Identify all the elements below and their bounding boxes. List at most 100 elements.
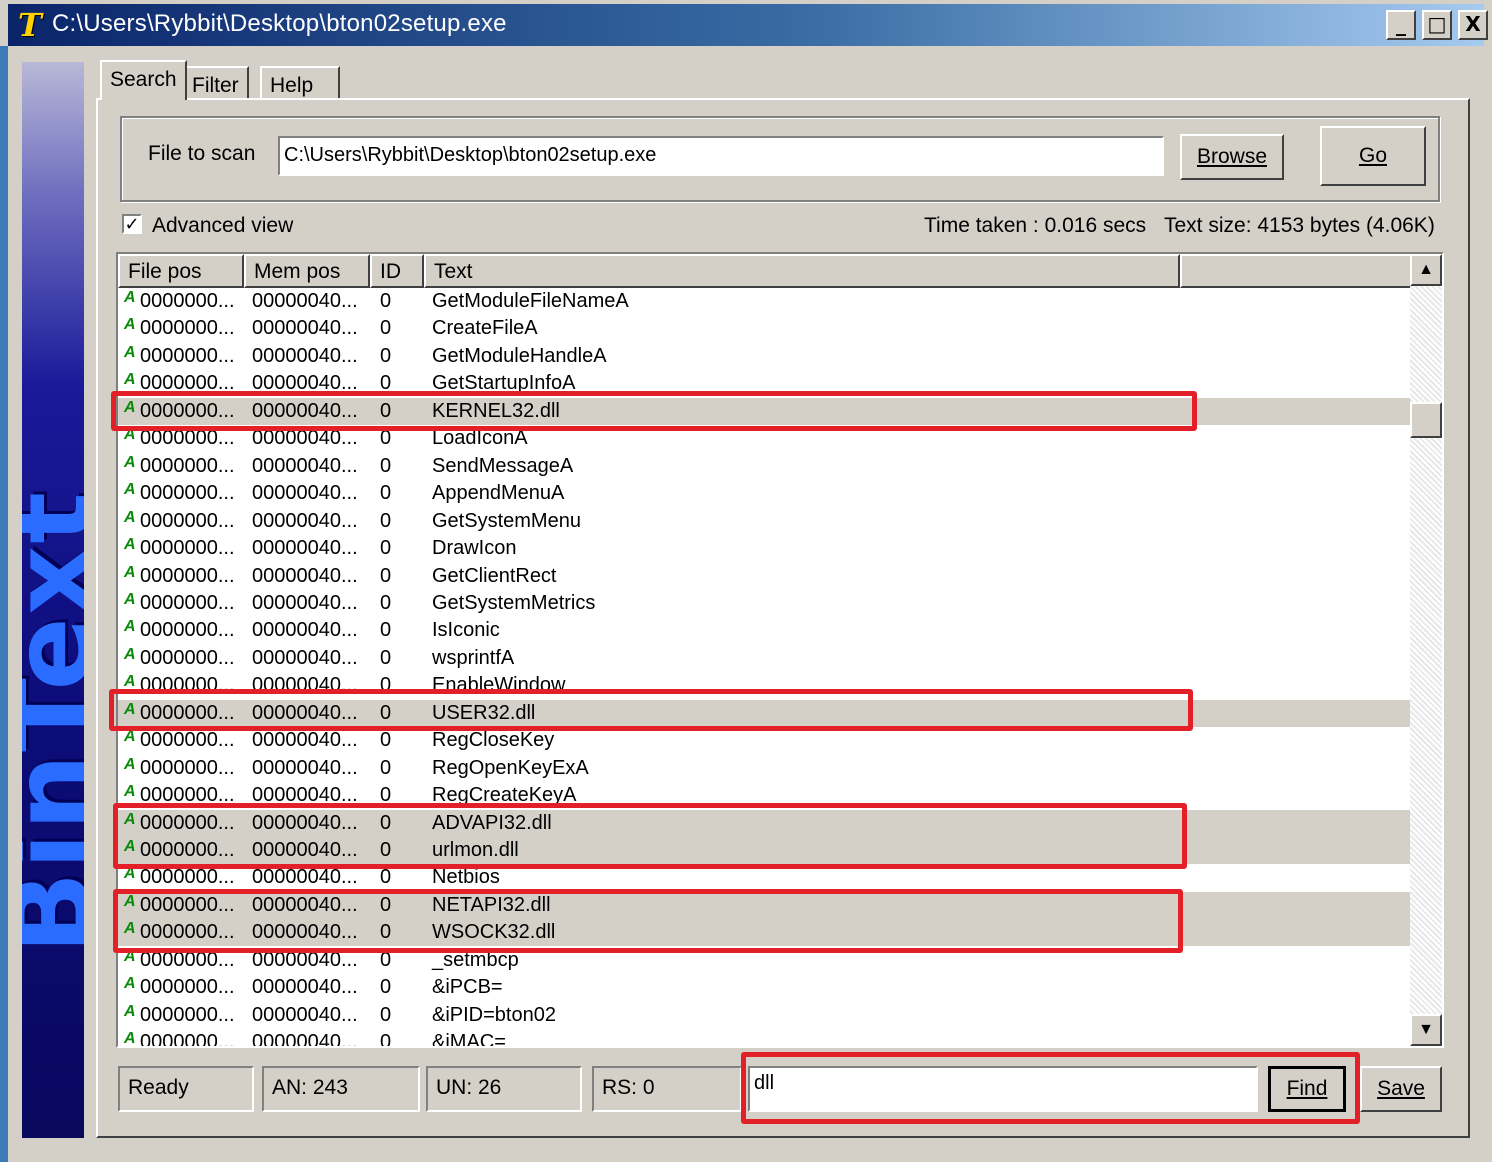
results-list[interactable]: File pos Mem pos ID Text A 0000000... 0000… [116, 252, 1444, 1048]
cell-id: 0 [380, 592, 392, 614]
cell-file-pos: 0000000... [140, 702, 235, 724]
advanced-view-checkbox[interactable]: ✓ [122, 214, 142, 234]
table-row[interactable]: A 0000000... 00000040... 0 LoadIconA [118, 425, 1410, 452]
ansi-string-icon: A [124, 371, 136, 388]
ansi-string-icon: A [124, 426, 136, 443]
table-row[interactable]: A 0000000... 00000040... 0 &iPID=bton02 [118, 1002, 1410, 1029]
table-row[interactable]: A 0000000... 00000040... 0 GetSystemMenu [118, 508, 1410, 535]
cell-text: &iMAC= [432, 1031, 506, 1048]
cell-id: 0 [380, 372, 392, 394]
table-row[interactable]: A 0000000... 00000040... 0 KERNEL32.dll [118, 398, 1410, 425]
ansi-string-icon: A [124, 536, 136, 553]
save-button-label: Save [1377, 1077, 1425, 1100]
cell-text: IsIconic [432, 619, 500, 641]
cell-mem-pos: 00000040... [252, 317, 358, 339]
close-button[interactable]: X [1458, 10, 1488, 40]
ansi-string-icon: A [124, 865, 136, 882]
cell-id: 0 [380, 674, 392, 696]
cell-id: 0 [380, 317, 392, 339]
table-row[interactable]: A 0000000... 00000040... 0 &iPCB= [118, 974, 1410, 1001]
tab-search[interactable]: Search [100, 60, 187, 100]
table-row[interactable]: A 0000000... 00000040... 0 RegCloseKey [118, 727, 1410, 754]
find-button[interactable]: Find [1268, 1066, 1346, 1112]
vertical-scrollbar[interactable]: ▲ ▼ [1410, 254, 1442, 1046]
tab-help[interactable]: Help [260, 66, 340, 98]
table-row[interactable]: A 0000000... 00000040... 0 _setmbcp [118, 947, 1410, 974]
column-header-mem-pos[interactable]: Mem pos [244, 254, 370, 288]
table-row[interactable]: A 0000000... 00000040... 0 IsIconic [118, 617, 1410, 644]
table-row[interactable]: A 0000000... 00000040... 0 AppendMenuA [118, 480, 1410, 507]
browse-button-label: Browse [1196, 145, 1268, 168]
ansi-string-icon: A [124, 811, 136, 828]
column-header-id[interactable]: ID [370, 254, 424, 288]
cell-id: 0 [380, 729, 392, 751]
ansi-string-icon: A [124, 838, 136, 855]
cell-file-pos: 0000000... [140, 729, 235, 751]
status-ready: Ready [118, 1066, 254, 1112]
ansi-string-icon: A [124, 975, 136, 992]
minimize-button[interactable]: _ [1386, 10, 1416, 40]
cell-file-pos: 0000000... [140, 921, 235, 943]
ansi-string-icon: A [124, 481, 136, 498]
browse-button[interactable]: Browse [1180, 134, 1284, 180]
cell-file-pos: 0000000... [140, 674, 235, 696]
table-row[interactable]: A 0000000... 00000040... 0 &iMAC= [118, 1029, 1410, 1048]
save-button[interactable]: Save [1360, 1066, 1442, 1112]
table-row[interactable]: A 0000000... 00000040... 0 GetClientRect [118, 563, 1410, 590]
scroll-thumb[interactable] [1410, 402, 1442, 438]
table-row[interactable]: A 0000000... 00000040... 0 wsprintfA [118, 645, 1410, 672]
ansi-string-icon: A [124, 646, 136, 663]
cell-text: GetSystemMenu [432, 510, 581, 532]
table-row[interactable]: A 0000000... 00000040... 0 WSOCK32.dll [118, 919, 1410, 946]
cell-id: 0 [380, 565, 392, 587]
table-row[interactable]: A 0000000... 00000040... 0 EnableWindow [118, 672, 1410, 699]
column-header-empty [1180, 254, 1412, 288]
title-bar[interactable]: T C:\Users\Rybbit\Desktop\bton02setup.ex… [8, 4, 1488, 46]
find-input[interactable]: dll [748, 1066, 1258, 1112]
table-row[interactable]: A 0000000... 00000040... 0 Netbios [118, 864, 1410, 891]
cell-mem-pos: 00000040... [252, 455, 358, 477]
cell-id: 0 [380, 784, 392, 806]
side-banner: BinText [22, 62, 84, 1138]
table-row[interactable]: A 0000000... 00000040... 0 ADVAPI32.dll [118, 810, 1410, 837]
cell-mem-pos: 00000040... [252, 784, 358, 806]
advanced-view-label[interactable]: Advanced view [152, 214, 293, 238]
cell-id: 0 [380, 290, 392, 312]
table-row[interactable]: A 0000000... 00000040... 0 urlmon.dll [118, 837, 1410, 864]
cell-id: 0 [380, 1031, 392, 1048]
maximize-button[interactable]: □ [1422, 10, 1452, 40]
cell-text: USER32.dll [432, 702, 536, 724]
cell-mem-pos: 00000040... [252, 949, 358, 971]
table-row[interactable]: A 0000000... 00000040... 0 GetSystemMetrics [118, 590, 1410, 617]
table-row[interactable]: A 0000000... 00000040... 0 CreateFileA [118, 315, 1410, 342]
app-icon: T [18, 6, 42, 44]
file-path-input[interactable]: C:\Users\Rybbit\Desktop\bton02setup.exe [278, 136, 1164, 176]
column-header-text[interactable]: Text [424, 254, 1180, 288]
ansi-string-icon: A [124, 1003, 136, 1020]
cell-id: 0 [380, 866, 392, 888]
table-row[interactable]: A 0000000... 00000040... 0 USER32.dll [118, 700, 1410, 727]
scroll-down-icon[interactable]: ▼ [1410, 1014, 1442, 1046]
cell-id: 0 [380, 839, 392, 861]
cell-file-pos: 0000000... [140, 592, 235, 614]
scroll-up-icon[interactable]: ▲ [1410, 254, 1442, 286]
ansi-string-icon: A [124, 893, 136, 910]
cell-id: 0 [380, 949, 392, 971]
go-button[interactable]: Go [1320, 126, 1426, 186]
table-row[interactable]: A 0000000... 00000040... 0 RegCreateKeyA [118, 782, 1410, 809]
table-row[interactable]: A 0000000... 00000040... 0 GetStartupInfoA [118, 370, 1410, 397]
cell-text: KERNEL32.dll [432, 400, 560, 422]
table-row[interactable]: A 0000000... 00000040... 0 GetModuleFileName… [118, 288, 1410, 315]
table-row[interactable]: A 0000000... 00000040... 0 GetModuleHandleA [118, 343, 1410, 370]
table-row[interactable]: A 0000000... 00000040... 0 RegOpenKeyExA [118, 755, 1410, 782]
column-header-file-pos[interactable]: File pos [118, 254, 244, 288]
ansi-string-icon: A [124, 399, 136, 416]
cell-file-pos: 0000000... [140, 866, 235, 888]
table-row[interactable]: A 0000000... 00000040... 0 SendMessageA [118, 453, 1410, 480]
table-row[interactable]: A 0000000... 00000040... 0 DrawIcon [118, 535, 1410, 562]
table-row[interactable]: A 0000000... 00000040... 0 NETAPI32.dll [118, 892, 1410, 919]
ansi-string-icon: A [124, 454, 136, 471]
cell-text: ADVAPI32.dll [432, 812, 552, 834]
cell-mem-pos: 00000040... [252, 510, 358, 532]
tab-filter[interactable]: Filter [182, 66, 249, 98]
